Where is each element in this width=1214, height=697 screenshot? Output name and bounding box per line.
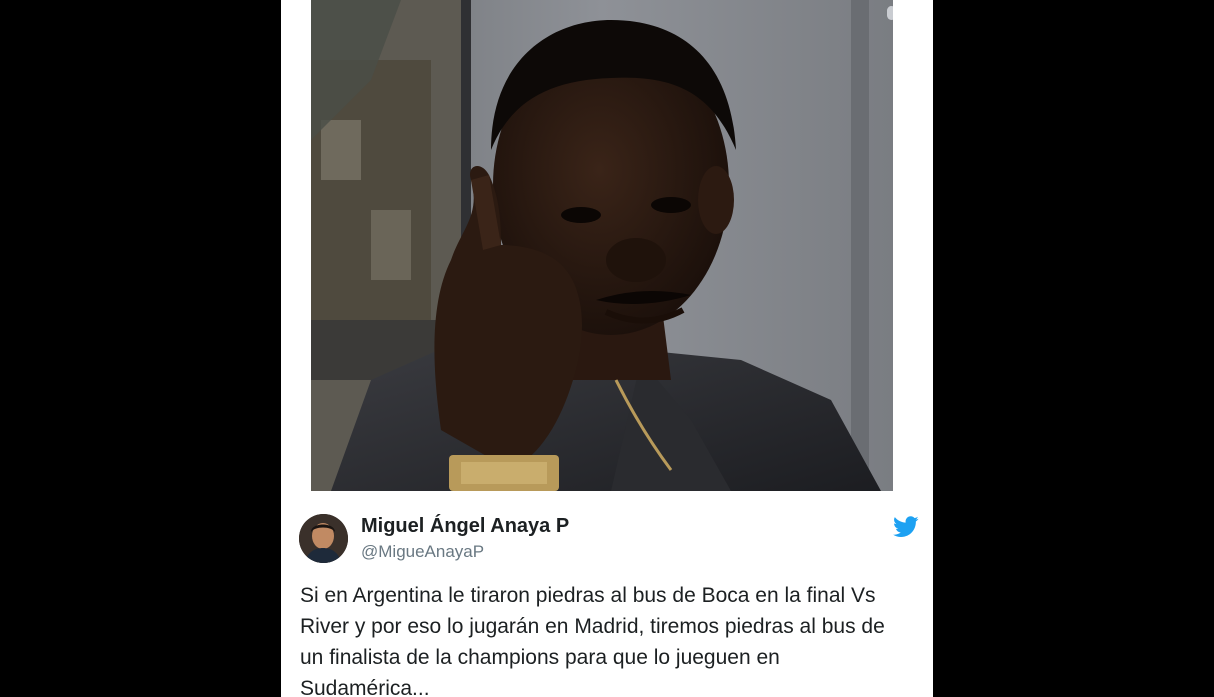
twitter-bird-icon[interactable] bbox=[893, 516, 919, 538]
meme-photo bbox=[311, 0, 893, 491]
tweet-image[interactable] bbox=[311, 0, 893, 491]
tweet-card[interactable]: Miguel Ángel Anaya P @MigueAnayaP Si en … bbox=[281, 0, 933, 697]
avatar-image bbox=[299, 514, 348, 563]
author-handle[interactable]: @MigueAnayaP bbox=[361, 542, 484, 562]
author-name[interactable]: Miguel Ángel Anaya P bbox=[361, 515, 569, 538]
page-stage: Miguel Ángel Anaya P @MigueAnayaP Si en … bbox=[0, 0, 1214, 697]
tweet-header: Miguel Ángel Anaya P @MigueAnayaP bbox=[299, 512, 919, 572]
tweet-text: Si en Argentina le tiraron piedras al bu… bbox=[300, 584, 885, 697]
corner-indicator bbox=[887, 6, 893, 20]
avatar[interactable] bbox=[299, 514, 348, 563]
